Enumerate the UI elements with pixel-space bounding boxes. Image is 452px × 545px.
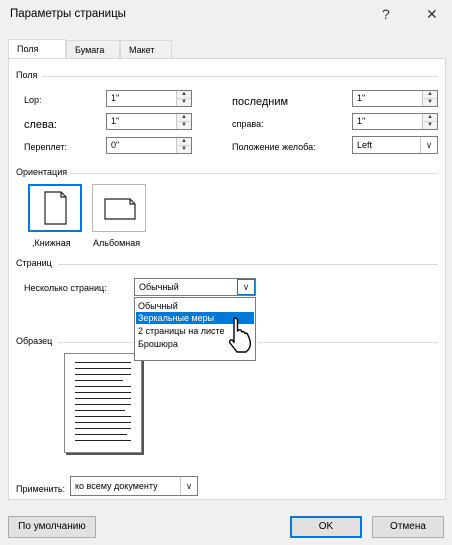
- preview-line: [75, 422, 131, 423]
- chevron-down-icon: ∨: [180, 477, 197, 495]
- preview-line: [75, 428, 131, 429]
- help-button[interactable]: ?: [382, 6, 390, 22]
- apply-value: ко всему документу: [75, 481, 158, 491]
- window-title: Параметры страницы: [10, 8, 126, 20]
- preview-line: [75, 440, 131, 441]
- portrait-label: ,Книжная: [32, 238, 71, 248]
- spin-up-icon[interactable]: ▲: [423, 114, 437, 122]
- bottom-margin-value: 1": [357, 93, 366, 103]
- right-margin-label: справа:: [232, 119, 264, 129]
- portrait-page-icon: [44, 191, 67, 225]
- preview-divider: [58, 342, 134, 343]
- preview-line: [75, 392, 131, 393]
- gutter-arrows: ▲ ▼: [176, 138, 191, 153]
- dropdown-option[interactable]: Обычный: [136, 300, 254, 312]
- spin-up-icon[interactable]: ▲: [177, 138, 191, 146]
- left-margin-arrows: ▲ ▼: [176, 114, 191, 129]
- top-margin-label: Lop:: [24, 95, 42, 105]
- pages-divider: [58, 264, 438, 265]
- right-margin-arrows: ▲ ▼: [422, 114, 437, 129]
- preview-line: [75, 434, 127, 435]
- preview-section-label: Образец: [16, 336, 53, 346]
- margins-divider: [42, 76, 438, 77]
- gutter-position-value: Left: [357, 140, 373, 150]
- chevron-down-icon[interactable]: ∨: [237, 279, 255, 295]
- top-margin-spinner[interactable]: 1" ▲ ▼: [106, 90, 192, 107]
- right-margin-spinner[interactable]: 1" ▲ ▼: [352, 113, 438, 130]
- tab-margins[interactable]: Поля: [8, 39, 66, 58]
- tab-paper-label: Бумага: [75, 45, 105, 55]
- margins-section-label: Поля: [16, 70, 38, 80]
- left-margin-label: слева:: [24, 119, 57, 131]
- multiple-pages-label: Несколько страниц:: [24, 283, 107, 293]
- apply-select[interactable]: ко всему документу ∨: [70, 476, 198, 496]
- spin-up-icon[interactable]: ▲: [177, 91, 191, 99]
- close-button[interactable]: ✕: [426, 6, 438, 23]
- preview-line: [75, 410, 125, 411]
- preview-line: [75, 380, 123, 381]
- left-margin-spinner[interactable]: 1" ▲ ▼: [106, 113, 192, 130]
- bottom-margin-spinner[interactable]: 1" ▲ ▼: [352, 90, 438, 107]
- preview-line: [75, 398, 131, 399]
- pages-section-label: Страниц: [16, 258, 52, 268]
- preview-line: [75, 404, 131, 405]
- tab-layout[interactable]: Макет: [120, 40, 172, 58]
- gutter-label: Переплет:: [24, 142, 67, 152]
- spin-up-icon[interactable]: ▲: [177, 114, 191, 122]
- spin-down-icon[interactable]: ▼: [177, 122, 191, 129]
- bottom-margin-arrows: ▲ ▼: [422, 91, 437, 106]
- cancel-button[interactable]: Отмена: [372, 516, 444, 538]
- tab-layout-label: Макет: [129, 45, 155, 55]
- ok-button[interactable]: OK: [290, 516, 362, 538]
- orientation-section-label: Ориентация: [16, 167, 68, 177]
- right-margin-value: 1": [357, 116, 366, 126]
- gutter-position-select[interactable]: Left ∨: [352, 136, 438, 154]
- spin-down-icon[interactable]: ▼: [423, 122, 437, 129]
- left-margin-value: 1": [111, 116, 120, 126]
- spin-down-icon[interactable]: ▼: [177, 99, 191, 106]
- bottom-margin-label: последним: [232, 96, 289, 108]
- landscape-label: Альбомная: [93, 238, 141, 248]
- set-default-button[interactable]: По умолчанию: [8, 516, 96, 538]
- preview-line: [75, 362, 131, 363]
- chevron-down-icon: ∨: [420, 137, 437, 153]
- multiple-pages-select[interactable]: Обычный ∨: [134, 278, 256, 296]
- preview-divider-right: [258, 342, 438, 343]
- tab-paper[interactable]: Бумага: [66, 40, 120, 58]
- hand-cursor-icon: [228, 317, 252, 353]
- apply-label: Применить:: [16, 484, 66, 494]
- spin-down-icon[interactable]: ▼: [423, 99, 437, 106]
- preview-line: [75, 386, 131, 387]
- tab-margins-label: Поля: [17, 44, 39, 54]
- preview-line: [75, 368, 131, 369]
- multiple-pages-value: Обычный: [139, 282, 179, 292]
- gutter-spinner[interactable]: 0" ▲ ▼: [106, 137, 192, 154]
- gutter-position-label: Положение желоба:: [232, 142, 316, 152]
- page-preview: [64, 353, 142, 453]
- orientation-divider: [70, 173, 438, 174]
- spin-down-icon[interactable]: ▼: [177, 146, 191, 153]
- gutter-value: 0": [111, 140, 120, 150]
- spin-up-icon[interactable]: ▲: [423, 91, 437, 99]
- landscape-button[interactable]: [92, 184, 146, 232]
- preview-line: [75, 416, 131, 417]
- top-margin-value: 1": [111, 93, 120, 103]
- portrait-button[interactable]: [28, 184, 82, 232]
- preview-line: [75, 374, 131, 375]
- landscape-page-icon: [104, 198, 136, 220]
- top-margin-arrows: ▲ ▼: [176, 91, 191, 106]
